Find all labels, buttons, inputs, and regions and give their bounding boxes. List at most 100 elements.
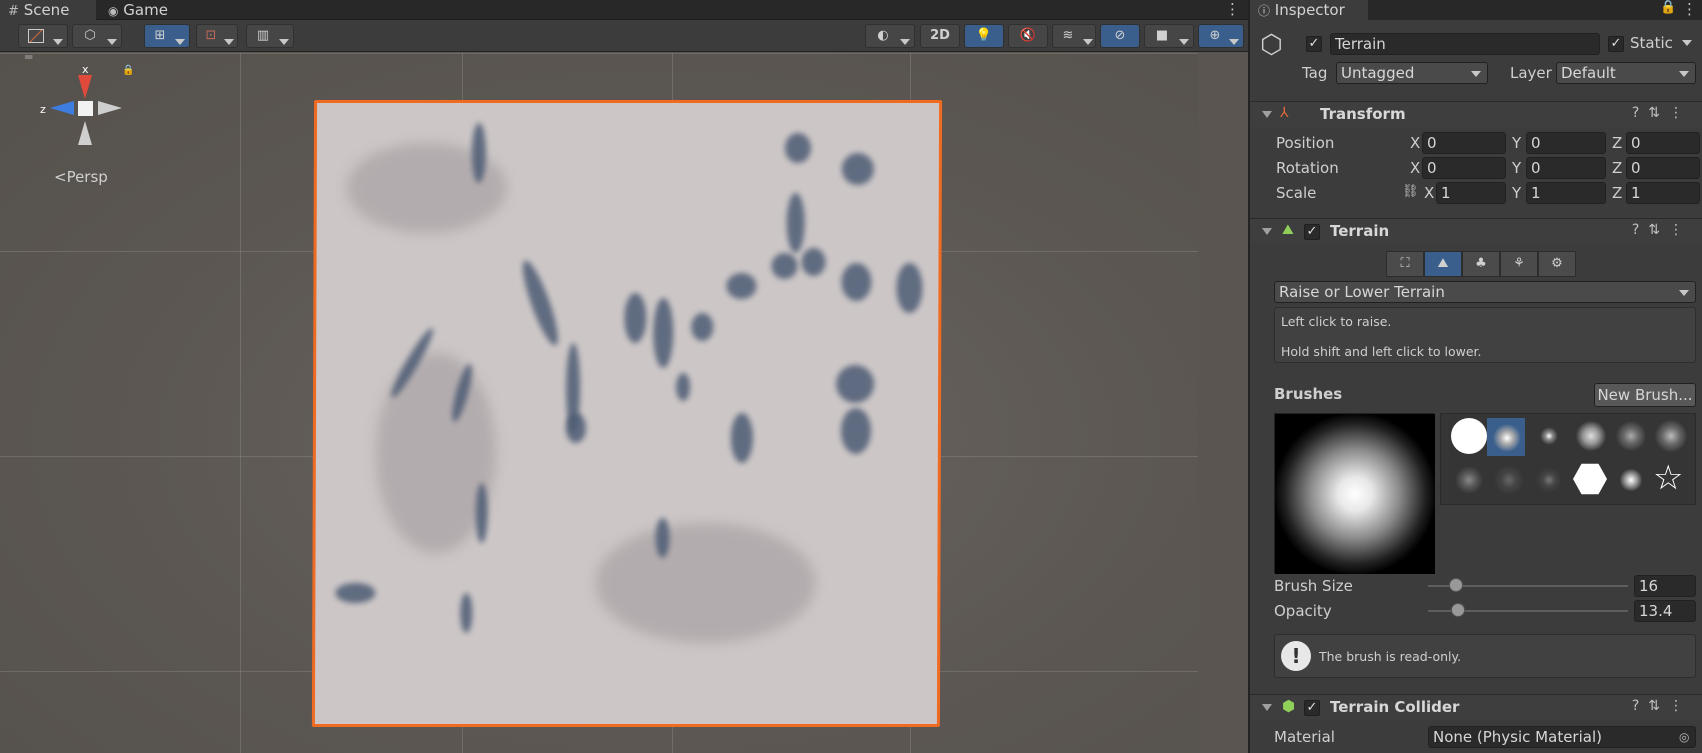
foldout-icon[interactable] [1262,111,1272,118]
component-header-icons[interactable]: ?⇅⋮ [1632,698,1692,714]
brush-crack[interactable] [1491,462,1527,498]
shading-button[interactable]: ⬡ [72,24,122,48]
tab-scene[interactable]: # Scene [0,0,96,20]
active-checkbox[interactable]: ✓ [1306,36,1322,52]
constrain-proportions-icon[interactable]: ⛓ [1402,184,1419,199]
tool-mode-dropdown[interactable]: Raise or Lower Terrain [1274,281,1696,303]
scale-x-field[interactable]: 1 [1436,182,1506,204]
grid-icon: # [8,4,19,19]
render-mode-button[interactable]: ◐ [865,24,915,48]
tab-inspector-label: Inspector [1274,1,1345,19]
brush-size-field[interactable]: 16 [1634,575,1696,597]
tab-inspector[interactable]: ⓘ Inspector [1250,0,1368,20]
persp-label[interactable]: <Persp [54,168,108,186]
material-object-field[interactable]: None (Physic Material) ◎ [1428,726,1696,748]
lock-icon[interactable]: 🔒 [1660,0,1676,15]
increment-snap-button[interactable]: ⊡ [196,24,238,48]
object-picker-icon[interactable]: ◎ [1679,727,1689,747]
terrain-collider-header[interactable]: ⬢ ✓ Terrain Collider ?⇅⋮ [1250,694,1702,720]
chevron-down-icon[interactable] [1682,40,1692,46]
collider-enabled-checkbox[interactable]: ✓ [1304,700,1320,716]
camera-button[interactable]: ■ [1144,24,1194,48]
terrain-settings-tool-tab[interactable]: ⚙ [1538,251,1576,277]
component-header-icons[interactable]: ?⇅⋮ [1632,105,1692,121]
foldout-icon[interactable] [1262,228,1272,235]
gizmo-x-axis[interactable] [78,75,92,99]
more-menu-icon[interactable]: ⋮ [1682,0,1697,18]
axis-z-label: Z [1612,159,1623,177]
gizmo-neg-x-axis[interactable] [78,121,92,145]
position-y-field[interactable]: 0 [1526,132,1606,154]
new-brush-button[interactable]: New Brush... [1594,383,1696,407]
transform-title: Transform [1320,105,1406,123]
draw-mode-button[interactable] [18,24,68,48]
visibility-button[interactable]: ⊘ [1100,24,1140,48]
rotation-x-field[interactable]: 0 [1422,157,1506,179]
brush-starburst[interactable] [1613,462,1649,498]
scale-z-field[interactable]: 1 [1626,182,1700,204]
rotation-y-field[interactable]: 0 [1526,157,1606,179]
position-z-field[interactable]: 0 [1626,132,1700,154]
brush-star-outline[interactable]: ☆ [1653,458,1683,498]
scale-y-field[interactable]: 1 [1526,182,1606,204]
layer-dropdown[interactable]: Default [1556,62,1696,84]
terrain-valley [896,263,923,313]
layers-icon: ≋ [1062,28,1074,43]
brush-grass-strands[interactable] [1531,462,1567,498]
brush-size-label: Brush Size [1274,577,1353,595]
brush-noise-b[interactable] [1653,418,1689,454]
ruler-icon: ▥ [256,28,270,43]
orientation-gizmo[interactable]: x z [40,63,130,153]
object-name-field[interactable]: Terrain [1330,33,1600,55]
grid-snap-icon: ⊞ [154,28,166,43]
layer-value: Default [1561,64,1616,82]
terrain-enabled-checkbox[interactable]: ✓ [1304,224,1320,240]
transform-header[interactable]: ⅄ Transform ?⇅⋮ [1250,101,1702,127]
brush-cloud[interactable] [1573,418,1609,454]
gameobject-cube-icon[interactable]: ⬡ [1260,30,1290,60]
component-header-icons[interactable]: ?⇅⋮ [1632,222,1692,238]
create-terrain-tool-tab[interactable]: ⛶ [1386,251,1424,277]
opacity-field[interactable]: 13.4 [1634,600,1696,622]
brush-noise-a[interactable] [1613,418,1649,454]
terrain-component-header[interactable]: ⛰ ✓ Terrain ?⇅⋮ [1250,218,1702,244]
tag-dropdown[interactable]: Untagged [1336,62,1488,84]
effects-button[interactable]: ≋ [1052,24,1096,48]
brush-hexagon[interactable] [1573,463,1607,495]
terrain-mesh[interactable] [311,100,943,727]
terrain-valley [516,257,565,349]
grid-snap-button[interactable]: ⊞ [144,24,190,48]
ruler-button[interactable]: ▥ [246,24,294,48]
foldout-icon[interactable] [1262,704,1272,711]
gizmo-z-axis[interactable] [50,101,74,115]
gizmo-neg-z-axis[interactable] [98,101,122,115]
add-terrain-icon: ⛶ [1400,256,1410,271]
paint-trees-tool-tab[interactable]: ♣ [1462,251,1500,277]
chevron-down-icon [53,39,63,45]
position-x-field[interactable]: 0 [1422,132,1506,154]
brush-small-soft[interactable] [1531,418,1567,454]
toggle-2d-button[interactable]: 2D [920,24,960,48]
brush-size-slider-knob[interactable] [1449,578,1463,592]
brush-soft-circle[interactable] [1489,420,1525,456]
brush-splatter[interactable] [1451,462,1487,498]
lighting-button[interactable]: 💡 [964,24,1004,48]
opacity-label: Opacity [1274,602,1332,620]
gizmo-center[interactable] [78,101,93,116]
brush-hard-circle[interactable] [1451,418,1487,454]
material-value: None (Physic Material) [1433,728,1602,746]
paint-details-tool-tab[interactable]: ⚘ [1500,251,1538,277]
opacity-slider-knob[interactable] [1451,603,1465,617]
lightbulb-icon: 💡 [975,28,993,43]
static-checkbox[interactable]: ✓ [1608,36,1624,52]
gizmos-button[interactable]: ⊕ [1198,24,1244,48]
drag-handle-icon[interactable]: ═ [25,53,45,63]
terrain-title: Terrain [1330,222,1390,240]
tab-game[interactable]: ◉ Game [100,0,180,20]
scene-viewport[interactable]: ═ 🔒 x z <Persp [0,53,1198,753]
more-menu-icon[interactable]: ⋮ [1225,0,1240,18]
audio-button[interactable]: 🔇 [1008,24,1048,48]
rotation-z-field[interactable]: 0 [1626,157,1700,179]
paint-terrain-tool-tab[interactable]: ⛰ [1424,251,1462,277]
grid-line [0,53,1198,54]
